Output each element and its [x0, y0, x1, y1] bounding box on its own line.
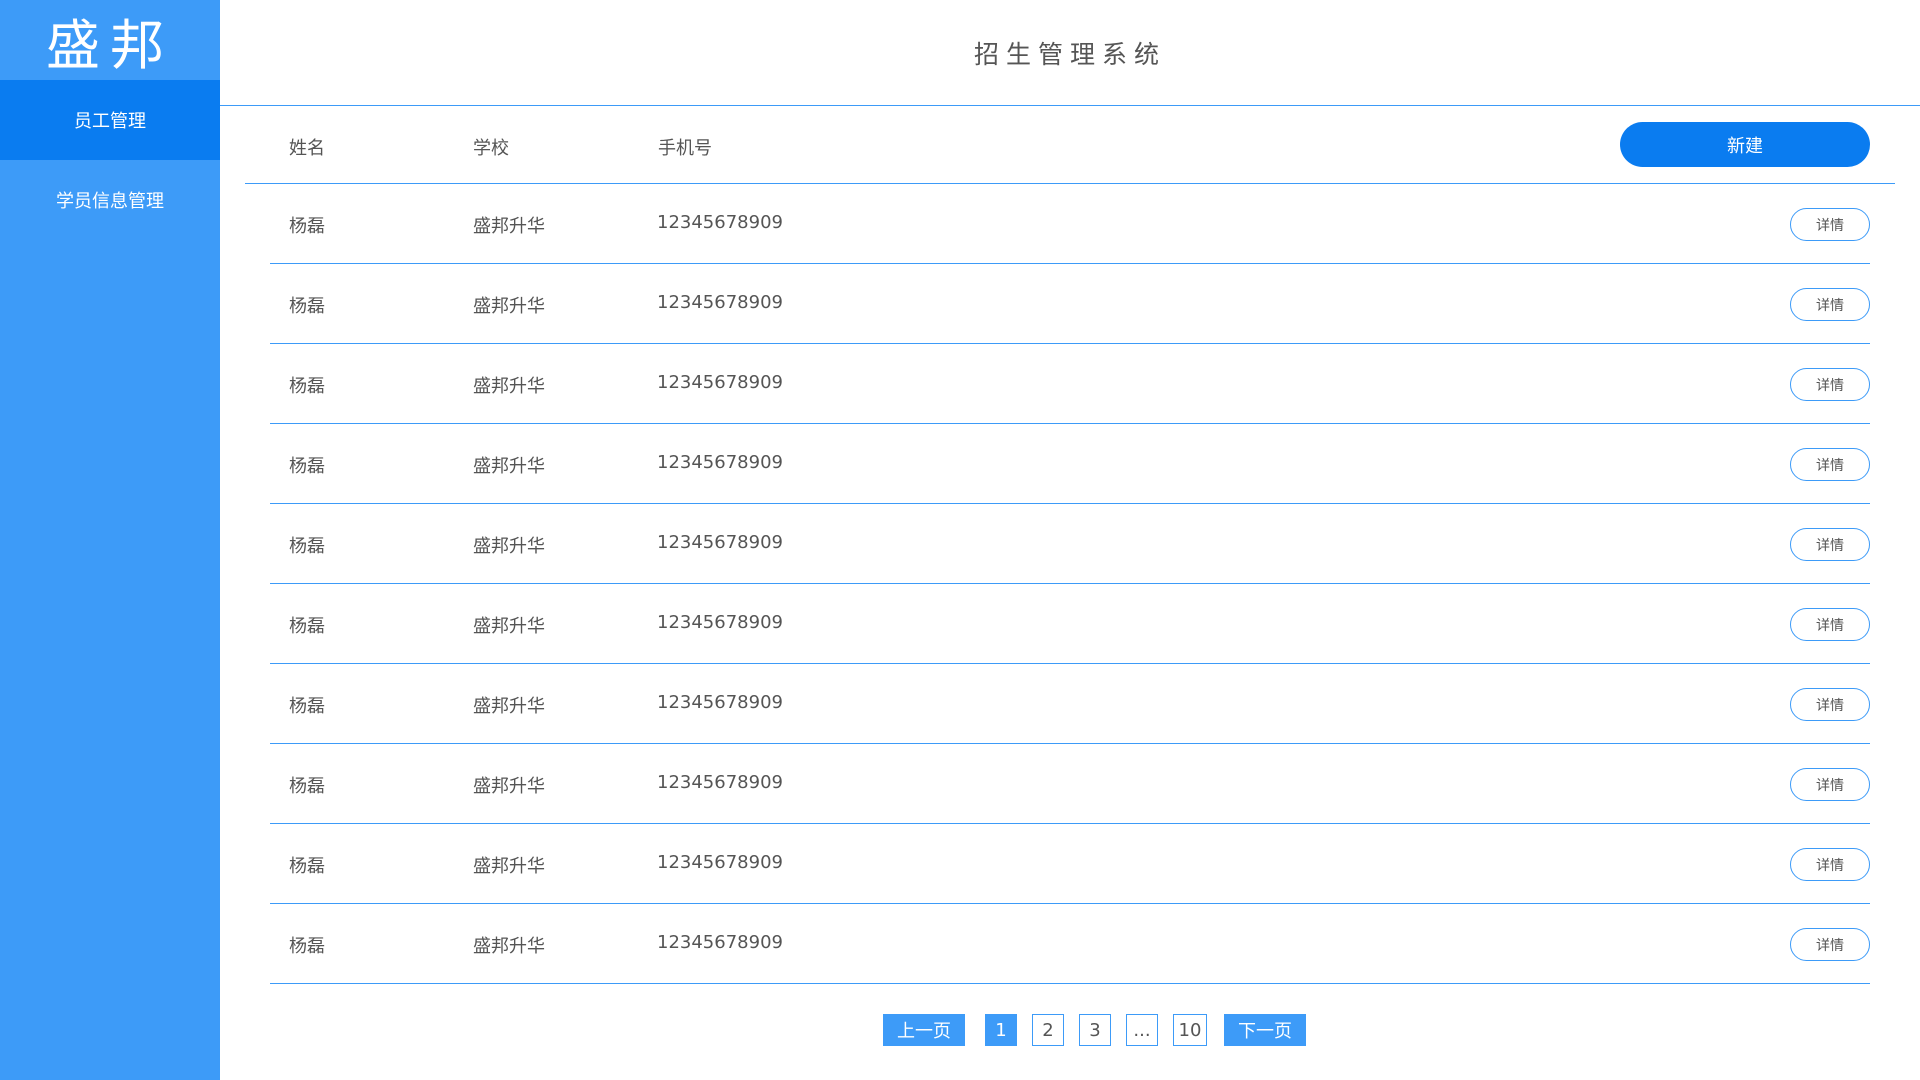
- table-row: 杨磊 盛邦升华 12345678909 详情: [270, 584, 1870, 664]
- detail-button[interactable]: 详情: [1790, 928, 1870, 961]
- page-button-3[interactable]: 3: [1079, 1014, 1111, 1046]
- page-button-1[interactable]: 1: [985, 1014, 1017, 1046]
- table-body: 杨磊 盛邦升华 12345678909 详情 杨磊 盛邦升华 12345678909 详情 杨磊…: [270, 184, 1870, 984]
- table-row: 杨磊 盛邦升华 12345678909 详情: [270, 184, 1870, 264]
- cell-school: 盛邦升华: [473, 856, 545, 877]
- table-row: 杨磊 盛邦升华 12345678909 详情: [270, 744, 1870, 824]
- cell-name: 杨磊: [289, 536, 325, 557]
- table-header: 姓名 学校 手机号 新建: [245, 106, 1895, 184]
- cell-phone: 12345678909: [657, 932, 783, 953]
- page-header: 招生管理系统: [220, 0, 1920, 106]
- cell-school: 盛邦升华: [473, 216, 545, 237]
- cell-phone: 12345678909: [657, 692, 783, 713]
- cell-name: 杨磊: [289, 696, 325, 717]
- cell-school: 盛邦升华: [473, 936, 545, 957]
- logo: 盛邦: [46, 13, 174, 77]
- cell-name: 杨磊: [289, 856, 325, 877]
- detail-button[interactable]: 详情: [1790, 208, 1870, 241]
- cell-school: 盛邦升华: [473, 456, 545, 477]
- cell-phone: 12345678909: [657, 452, 783, 473]
- detail-button[interactable]: 详情: [1790, 368, 1870, 401]
- pagination: 上一页 1 2 3 ... 10 下一页: [883, 1014, 1306, 1046]
- cell-name: 杨磊: [289, 776, 325, 797]
- cell-phone: 12345678909: [657, 532, 783, 553]
- table-row: 杨磊 盛邦升华 12345678909 详情: [270, 504, 1870, 584]
- page-title: 招生管理系统: [973, 39, 1166, 69]
- cell-school: 盛邦升华: [473, 296, 545, 317]
- cell-school: 盛邦升华: [473, 616, 545, 637]
- cell-name: 杨磊: [289, 936, 325, 957]
- cell-name: 杨磊: [289, 616, 325, 637]
- cell-school: 盛邦升华: [473, 376, 545, 397]
- column-header-school: 学校: [473, 138, 509, 159]
- cell-school: 盛邦升华: [473, 696, 545, 717]
- detail-button[interactable]: 详情: [1790, 768, 1870, 801]
- cell-phone: 12345678909: [657, 372, 783, 393]
- detail-button[interactable]: 详情: [1790, 448, 1870, 481]
- table-row: 杨磊 盛邦升华 12345678909 详情: [270, 664, 1870, 744]
- column-header-name: 姓名: [289, 138, 325, 159]
- sidebar-item-staff-management[interactable]: 员工管理: [0, 80, 220, 160]
- cell-phone: 12345678909: [657, 612, 783, 633]
- cell-phone: 12345678909: [657, 212, 783, 233]
- table-row: 杨磊 盛邦升华 12345678909 详情: [270, 424, 1870, 504]
- prev-page-button[interactable]: 上一页: [883, 1014, 965, 1046]
- cell-phone: 12345678909: [657, 292, 783, 313]
- column-header-phone: 手机号: [658, 138, 712, 159]
- detail-button[interactable]: 详情: [1790, 528, 1870, 561]
- detail-button[interactable]: 详情: [1790, 688, 1870, 721]
- sidebar-item-student-info-management[interactable]: 学员信息管理: [0, 160, 220, 240]
- new-button[interactable]: 新建: [1620, 122, 1870, 167]
- sidebar: 盛邦 员工管理 学员信息管理: [0, 0, 220, 1080]
- cell-phone: 12345678909: [657, 852, 783, 873]
- table-row: 杨磊 盛邦升华 12345678909 详情: [270, 904, 1870, 984]
- cell-name: 杨磊: [289, 376, 325, 397]
- table-row: 杨磊 盛邦升华 12345678909 详情: [270, 264, 1870, 344]
- cell-phone: 12345678909: [657, 772, 783, 793]
- table-row: 杨磊 盛邦升华 12345678909 详情: [270, 824, 1870, 904]
- page-button-2[interactable]: 2: [1032, 1014, 1064, 1046]
- cell-name: 杨磊: [289, 296, 325, 317]
- detail-button[interactable]: 详情: [1790, 288, 1870, 321]
- detail-button[interactable]: 详情: [1790, 848, 1870, 881]
- detail-button[interactable]: 详情: [1790, 608, 1870, 641]
- page-button-10[interactable]: 10: [1173, 1014, 1207, 1046]
- page-ellipsis: ...: [1126, 1014, 1158, 1046]
- next-page-button[interactable]: 下一页: [1224, 1014, 1306, 1046]
- cell-school: 盛邦升华: [473, 776, 545, 797]
- table-row: 杨磊 盛邦升华 12345678909 详情: [270, 344, 1870, 424]
- cell-name: 杨磊: [289, 216, 325, 237]
- cell-name: 杨磊: [289, 456, 325, 477]
- cell-school: 盛邦升华: [473, 536, 545, 557]
